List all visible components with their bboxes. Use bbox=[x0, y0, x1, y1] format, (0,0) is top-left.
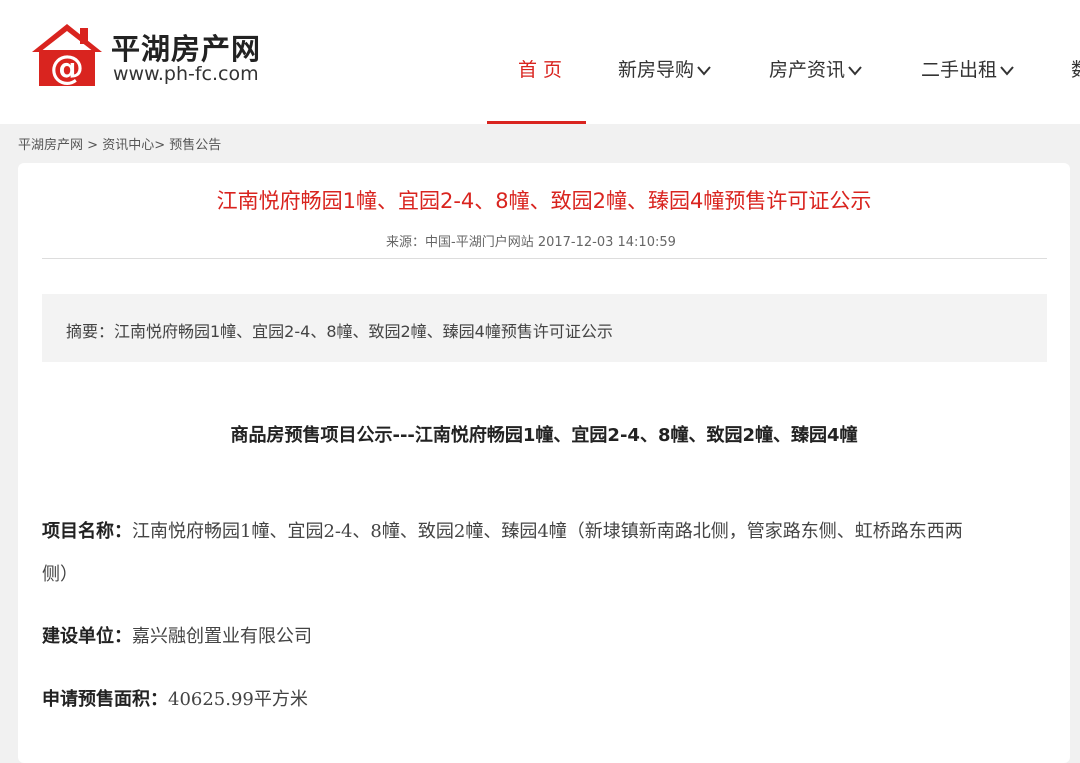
article-meta: 来源：中国-平湖门户网站 2017-12-03 14:10:59 bbox=[386, 235, 676, 250]
summary-text: 摘要：江南悦府畅园1幢、宜园2-4、8幢、致园2幢、臻园4幢预售许可证公示 bbox=[66, 322, 613, 341]
project-name-label: 项目名称： bbox=[42, 521, 132, 542]
nav-new-homes[interactable]: 新房导购 bbox=[618, 55, 712, 82]
chevron-down-icon bbox=[848, 65, 862, 76]
nav-more[interactable]: 数 bbox=[1071, 55, 1080, 82]
summary-box: 摘要：江南悦府畅园1幢、宜园2-4、8幢、致园2幢、臻园4幢预售许可证公示 bbox=[42, 294, 1047, 362]
article-heading: 商品房预售项目公示---江南悦府畅园1幢、宜园2-4、8幢、致园2幢、臻园4幢 bbox=[230, 425, 858, 446]
nav-more-label: 数 bbox=[1071, 59, 1080, 81]
project-name-row-cont: 侧） bbox=[42, 560, 78, 586]
nav-home-label: 首 页 bbox=[518, 59, 563, 81]
svg-text:@: @ bbox=[50, 48, 84, 88]
breadcrumb-current[interactable]: 预售公告 bbox=[165, 138, 221, 153]
project-name-value-cont: 侧） bbox=[42, 564, 78, 585]
breadcrumb: 平湖房产网 > 资讯中心> 预售公告 bbox=[18, 134, 221, 153]
breadcrumb-separator: > bbox=[83, 138, 103, 153]
nav-home[interactable]: 首 页 bbox=[518, 55, 562, 82]
breadcrumb-section[interactable]: 资讯中心> bbox=[102, 138, 165, 153]
presale-area-label: 申请预售面积： bbox=[42, 689, 168, 710]
presale-area-row: 申请预售面积：40625.99平方米 bbox=[42, 685, 308, 711]
chevron-down-icon bbox=[1000, 65, 1014, 76]
nav-second-hand[interactable]: 二手出租 bbox=[921, 55, 1015, 82]
logo-name[interactable]: 平湖房产网 bbox=[111, 26, 261, 68]
logo-icon[interactable]: @ bbox=[30, 22, 104, 88]
builder-row: 建设单位：嘉兴融创置业有限公司 bbox=[42, 622, 312, 648]
breadcrumb-home[interactable]: 平湖房产网 bbox=[18, 138, 83, 153]
nav-news[interactable]: 房产资讯 bbox=[769, 55, 863, 82]
article-card bbox=[18, 163, 1070, 763]
builder-value: 嘉兴融创置业有限公司 bbox=[132, 626, 312, 647]
nav-new-homes-label: 新房导购 bbox=[618, 59, 695, 81]
site-header: @ 平湖房产网 www.ph-fc.com 首 页 新房导购 房产资讯 二手出租… bbox=[0, 0, 1080, 124]
title-divider bbox=[42, 258, 1047, 259]
project-name-value: 江南悦府畅园1幢、宜园2-4、8幢、致园2幢、臻园4幢（新埭镇新南路北侧，管家路… bbox=[132, 521, 963, 542]
project-name-row: 项目名称：江南悦府畅园1幢、宜园2-4、8幢、致园2幢、臻园4幢（新埭镇新南路北… bbox=[42, 517, 963, 543]
builder-label: 建设单位： bbox=[42, 626, 132, 647]
logo-url[interactable]: www.ph-fc.com bbox=[113, 63, 259, 85]
nav-active-indicator bbox=[487, 121, 586, 124]
nav-second-hand-label: 二手出租 bbox=[921, 59, 998, 81]
presale-area-value: 40625.99平方米 bbox=[168, 689, 308, 710]
nav-news-label: 房产资讯 bbox=[769, 59, 846, 81]
article-title: 江南悦府畅园1幢、宜园2-4、8幢、致园2幢、臻园4幢预售许可证公示 bbox=[216, 189, 872, 213]
chevron-down-icon bbox=[697, 65, 711, 76]
